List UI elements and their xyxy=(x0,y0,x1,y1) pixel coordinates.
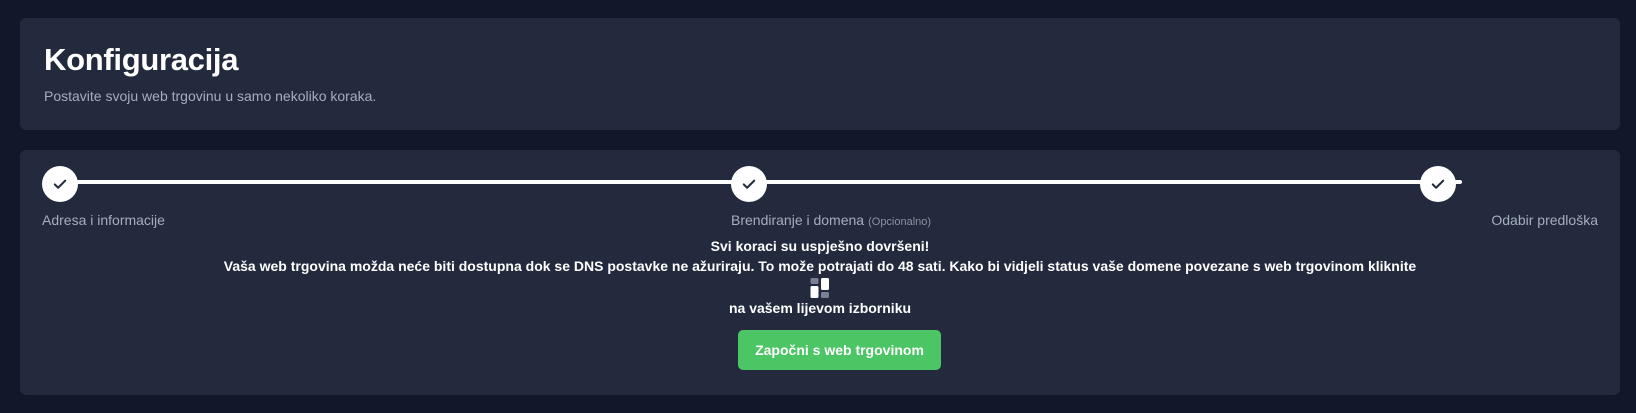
check-icon xyxy=(742,179,756,189)
page-subtitle: Postavite svoju web trgovinu u samo neko… xyxy=(44,88,377,104)
step-1-label: Adresa i informacije xyxy=(42,212,165,228)
page-title: Konfiguracija xyxy=(44,42,239,77)
menu-icon-row xyxy=(20,276,1620,299)
step-3-label-text: Odabir predloška xyxy=(1491,212,1598,228)
start-webshop-button[interactable]: Započni s web trgovinom xyxy=(738,330,941,370)
steps-card: Adresa i informacije Brendiranje i domen… xyxy=(20,150,1620,395)
dashboard-icon xyxy=(810,278,829,299)
dns-notice-text: Vaša web trgovina možda neće biti dostup… xyxy=(223,258,1417,274)
step-2-optional-tag: (Opcionalno) xyxy=(868,216,932,228)
success-text: Svi koraci su uspješno dovršeni! xyxy=(710,238,930,254)
step-3-check[interactable] xyxy=(1420,166,1456,202)
step-1-check[interactable] xyxy=(42,166,78,202)
step-3-label: Odabir predloška xyxy=(1491,212,1598,228)
completion-message: Svi koraci su uspješno dovršeni! Vaša we… xyxy=(20,236,1620,318)
step-2-label-text: Brendiranje i domena xyxy=(731,212,865,228)
step-1-label-text: Adresa i informacije xyxy=(42,212,165,228)
step-2-label: Brendiranje i domena (Opcionalno) xyxy=(731,212,931,228)
menu-hint-text: na vašem lijevom izborniku xyxy=(728,300,912,316)
header-card: Konfiguracija Postavite svoju web trgovi… xyxy=(20,18,1620,130)
check-icon xyxy=(53,179,67,189)
check-icon xyxy=(1431,179,1445,189)
step-2-check[interactable] xyxy=(731,166,767,202)
